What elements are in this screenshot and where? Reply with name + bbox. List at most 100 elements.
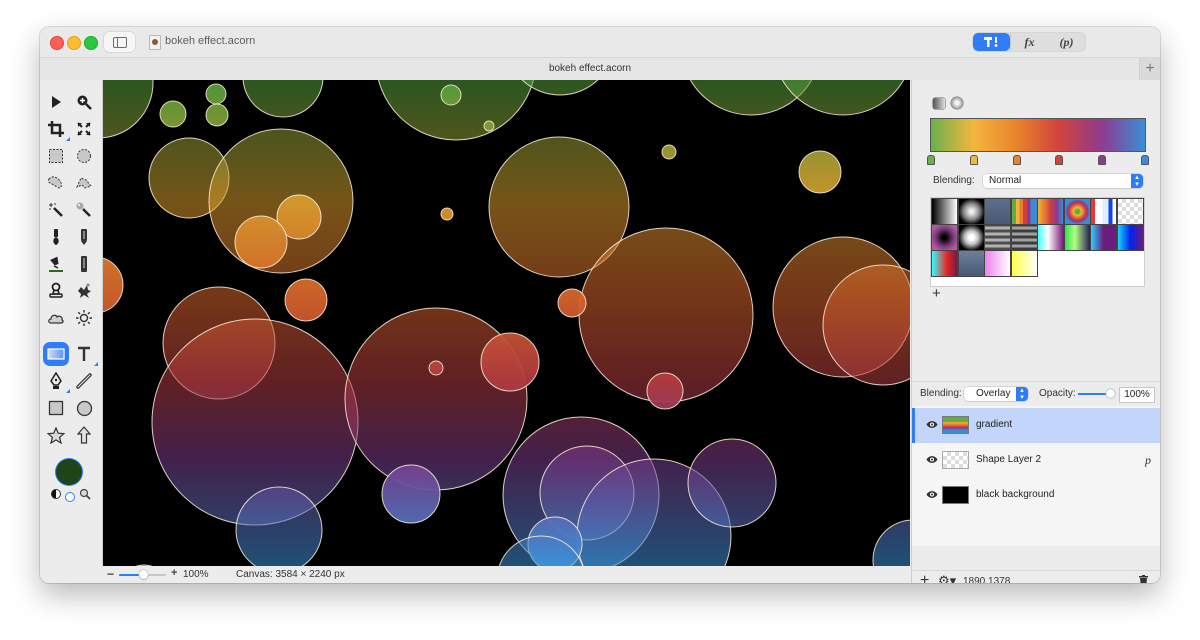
gradient-preset-swatch[interactable] <box>1037 198 1064 225</box>
magic-wand-tool[interactable] <box>43 198 69 222</box>
color-picker-magnifier-icon[interactable] <box>79 488 91 500</box>
layer-row-gradient[interactable]: gradient <box>912 408 1160 443</box>
star-tool[interactable] <box>43 423 69 447</box>
foreground-color-well[interactable] <box>56 459 82 485</box>
smudge-tool[interactable] <box>71 279 97 303</box>
radial-gradient-type-button[interactable] <box>951 97 963 109</box>
minimize-button[interactable] <box>67 36 81 50</box>
gradient-stop-handle[interactable] <box>1055 155 1064 165</box>
magic-select-tool[interactable] <box>71 198 97 222</box>
gradient-stop-handle[interactable] <box>1012 155 1021 165</box>
new-tab-button[interactable]: + <box>1139 58 1160 80</box>
plugins-palette-tab[interactable]: (p) <box>1048 33 1085 51</box>
gradient-preset-swatch[interactable] <box>931 224 958 251</box>
gradient-stop-handle[interactable] <box>1141 155 1149 165</box>
transform-tool[interactable] <box>71 117 97 141</box>
eye-icon[interactable] <box>926 420 938 429</box>
eye-icon[interactable] <box>926 455 938 464</box>
gradient-preset-swatch[interactable] <box>1010 198 1038 225</box>
gradient-preset-swatch[interactable] <box>984 250 1011 277</box>
gradient-preset-swatch[interactable] <box>1010 224 1038 251</box>
paint-bucket-tool[interactable] <box>43 252 69 276</box>
gradient-preset-swatch[interactable] <box>957 250 985 277</box>
opacity-slider[interactable] <box>1078 389 1115 398</box>
gradient-preset-swatch[interactable] <box>1116 224 1144 251</box>
document-icon <box>149 35 161 50</box>
polygon-lasso-icon <box>76 177 92 189</box>
circle-icon <box>76 400 92 416</box>
opacity-field[interactable]: 100% <box>1119 387 1155 403</box>
gradient-preset-swatch[interactable] <box>1037 224 1064 251</box>
zoom-out-button[interactable]: − <box>107 567 114 581</box>
rectangle-shape-tool[interactable] <box>43 396 69 420</box>
gradient-preset-swatch[interactable] <box>1116 198 1144 225</box>
trash-icon[interactable] <box>1139 575 1148 583</box>
gradient-preset-swatch[interactable] <box>1063 198 1091 225</box>
zoom-window-button[interactable] <box>84 36 98 50</box>
gradient-preset-swatch[interactable] <box>957 224 985 251</box>
add-preset-button[interactable]: + <box>932 285 941 302</box>
toggle-sidebar-button[interactable] <box>104 32 135 52</box>
gradient-preset-swatch[interactable] <box>984 224 1011 251</box>
linear-gradient-type-button[interactable] <box>933 98 945 109</box>
rect-select-tool[interactable] <box>43 144 69 168</box>
polygon-lasso-tool[interactable] <box>71 171 97 195</box>
eye-icon[interactable] <box>926 490 938 499</box>
gradient-preview-bar[interactable] <box>930 118 1146 152</box>
gradient-blending-select[interactable]: Normal ▴ ▾ <box>983 174 1143 188</box>
clone-tool[interactable] <box>43 279 69 303</box>
document-tab[interactable]: bokeh effect.acorn <box>40 63 1140 74</box>
star-icon <box>47 426 65 444</box>
zoom-tool[interactable] <box>71 90 97 114</box>
brush-tool[interactable] <box>43 225 69 249</box>
eraser-tool[interactable] <box>71 252 97 276</box>
bokeh-circle <box>483 120 495 132</box>
line-tool[interactable] <box>71 369 97 393</box>
bokeh-circle <box>205 83 227 105</box>
oval-shape-tool[interactable] <box>71 396 97 420</box>
bokeh-circle <box>103 80 154 139</box>
gear-menu-button[interactable]: ⚙▾ <box>938 573 956 583</box>
sun-tool[interactable] <box>71 306 97 330</box>
ellipse-select-tool[interactable] <box>71 144 97 168</box>
arrow-tool[interactable] <box>71 423 97 447</box>
zoom-slider-knob[interactable] <box>138 570 148 579</box>
gradient-preset-swatch[interactable] <box>1090 198 1117 225</box>
layer-controls-bar: Blending: Overlay ▴ ▾ Opacity: 100% <box>912 381 1160 406</box>
gradient-preset-swatch[interactable] <box>931 250 958 277</box>
layer-row-black-background[interactable]: black background <box>912 478 1160 513</box>
layers-list: gradient Shape Layer 2 p black backgroun… <box>912 406 1160 546</box>
image-canvas[interactable] <box>103 80 910 566</box>
gradient-preset-swatch[interactable] <box>931 198 958 225</box>
zoom-in-button[interactable]: + <box>171 567 177 579</box>
sidebar-icon <box>113 37 127 48</box>
gradient-preset-swatch[interactable] <box>1063 224 1091 251</box>
gradient-preset-swatch[interactable] <box>957 198 985 225</box>
gradient-preset-swatch[interactable] <box>984 198 1011 225</box>
layer-thumbnail <box>942 416 969 434</box>
swap-colors-icon[interactable] <box>51 489 61 499</box>
text-tool[interactable] <box>71 342 98 366</box>
gradient-tool[interactable] <box>43 342 69 366</box>
cloud-tool[interactable] <box>43 306 69 330</box>
gradient-preset-swatch[interactable] <box>1090 224 1117 251</box>
tools-palette-tab[interactable] <box>973 33 1010 51</box>
pencil-tool[interactable] <box>71 225 97 249</box>
layer-row-shape-layer-2[interactable]: Shape Layer 2 p <box>912 443 1160 478</box>
opacity-slider-knob[interactable] <box>1106 389 1115 398</box>
gradient-stop-handle[interactable] <box>969 155 978 165</box>
gradient-stop-handle[interactable] <box>927 155 935 165</box>
crop-tool[interactable] <box>43 117 70 141</box>
bokeh-artwork <box>103 80 910 566</box>
pen-tool[interactable] <box>43 369 70 393</box>
move-tool[interactable] <box>43 90 69 114</box>
filters-palette-tab[interactable]: fx <box>1010 33 1048 51</box>
gradient-preset-swatch[interactable] <box>1010 250 1038 277</box>
background-color-well[interactable] <box>65 492 75 502</box>
layer-blending-select[interactable]: Overlay ▴ ▾ <box>964 387 1028 401</box>
close-button[interactable] <box>50 36 64 50</box>
gradient-stop-handle[interactable] <box>1098 155 1107 165</box>
zoom-slider[interactable] <box>119 570 166 579</box>
add-layer-button[interactable]: + <box>920 572 929 583</box>
lasso-tool[interactable] <box>43 171 69 195</box>
